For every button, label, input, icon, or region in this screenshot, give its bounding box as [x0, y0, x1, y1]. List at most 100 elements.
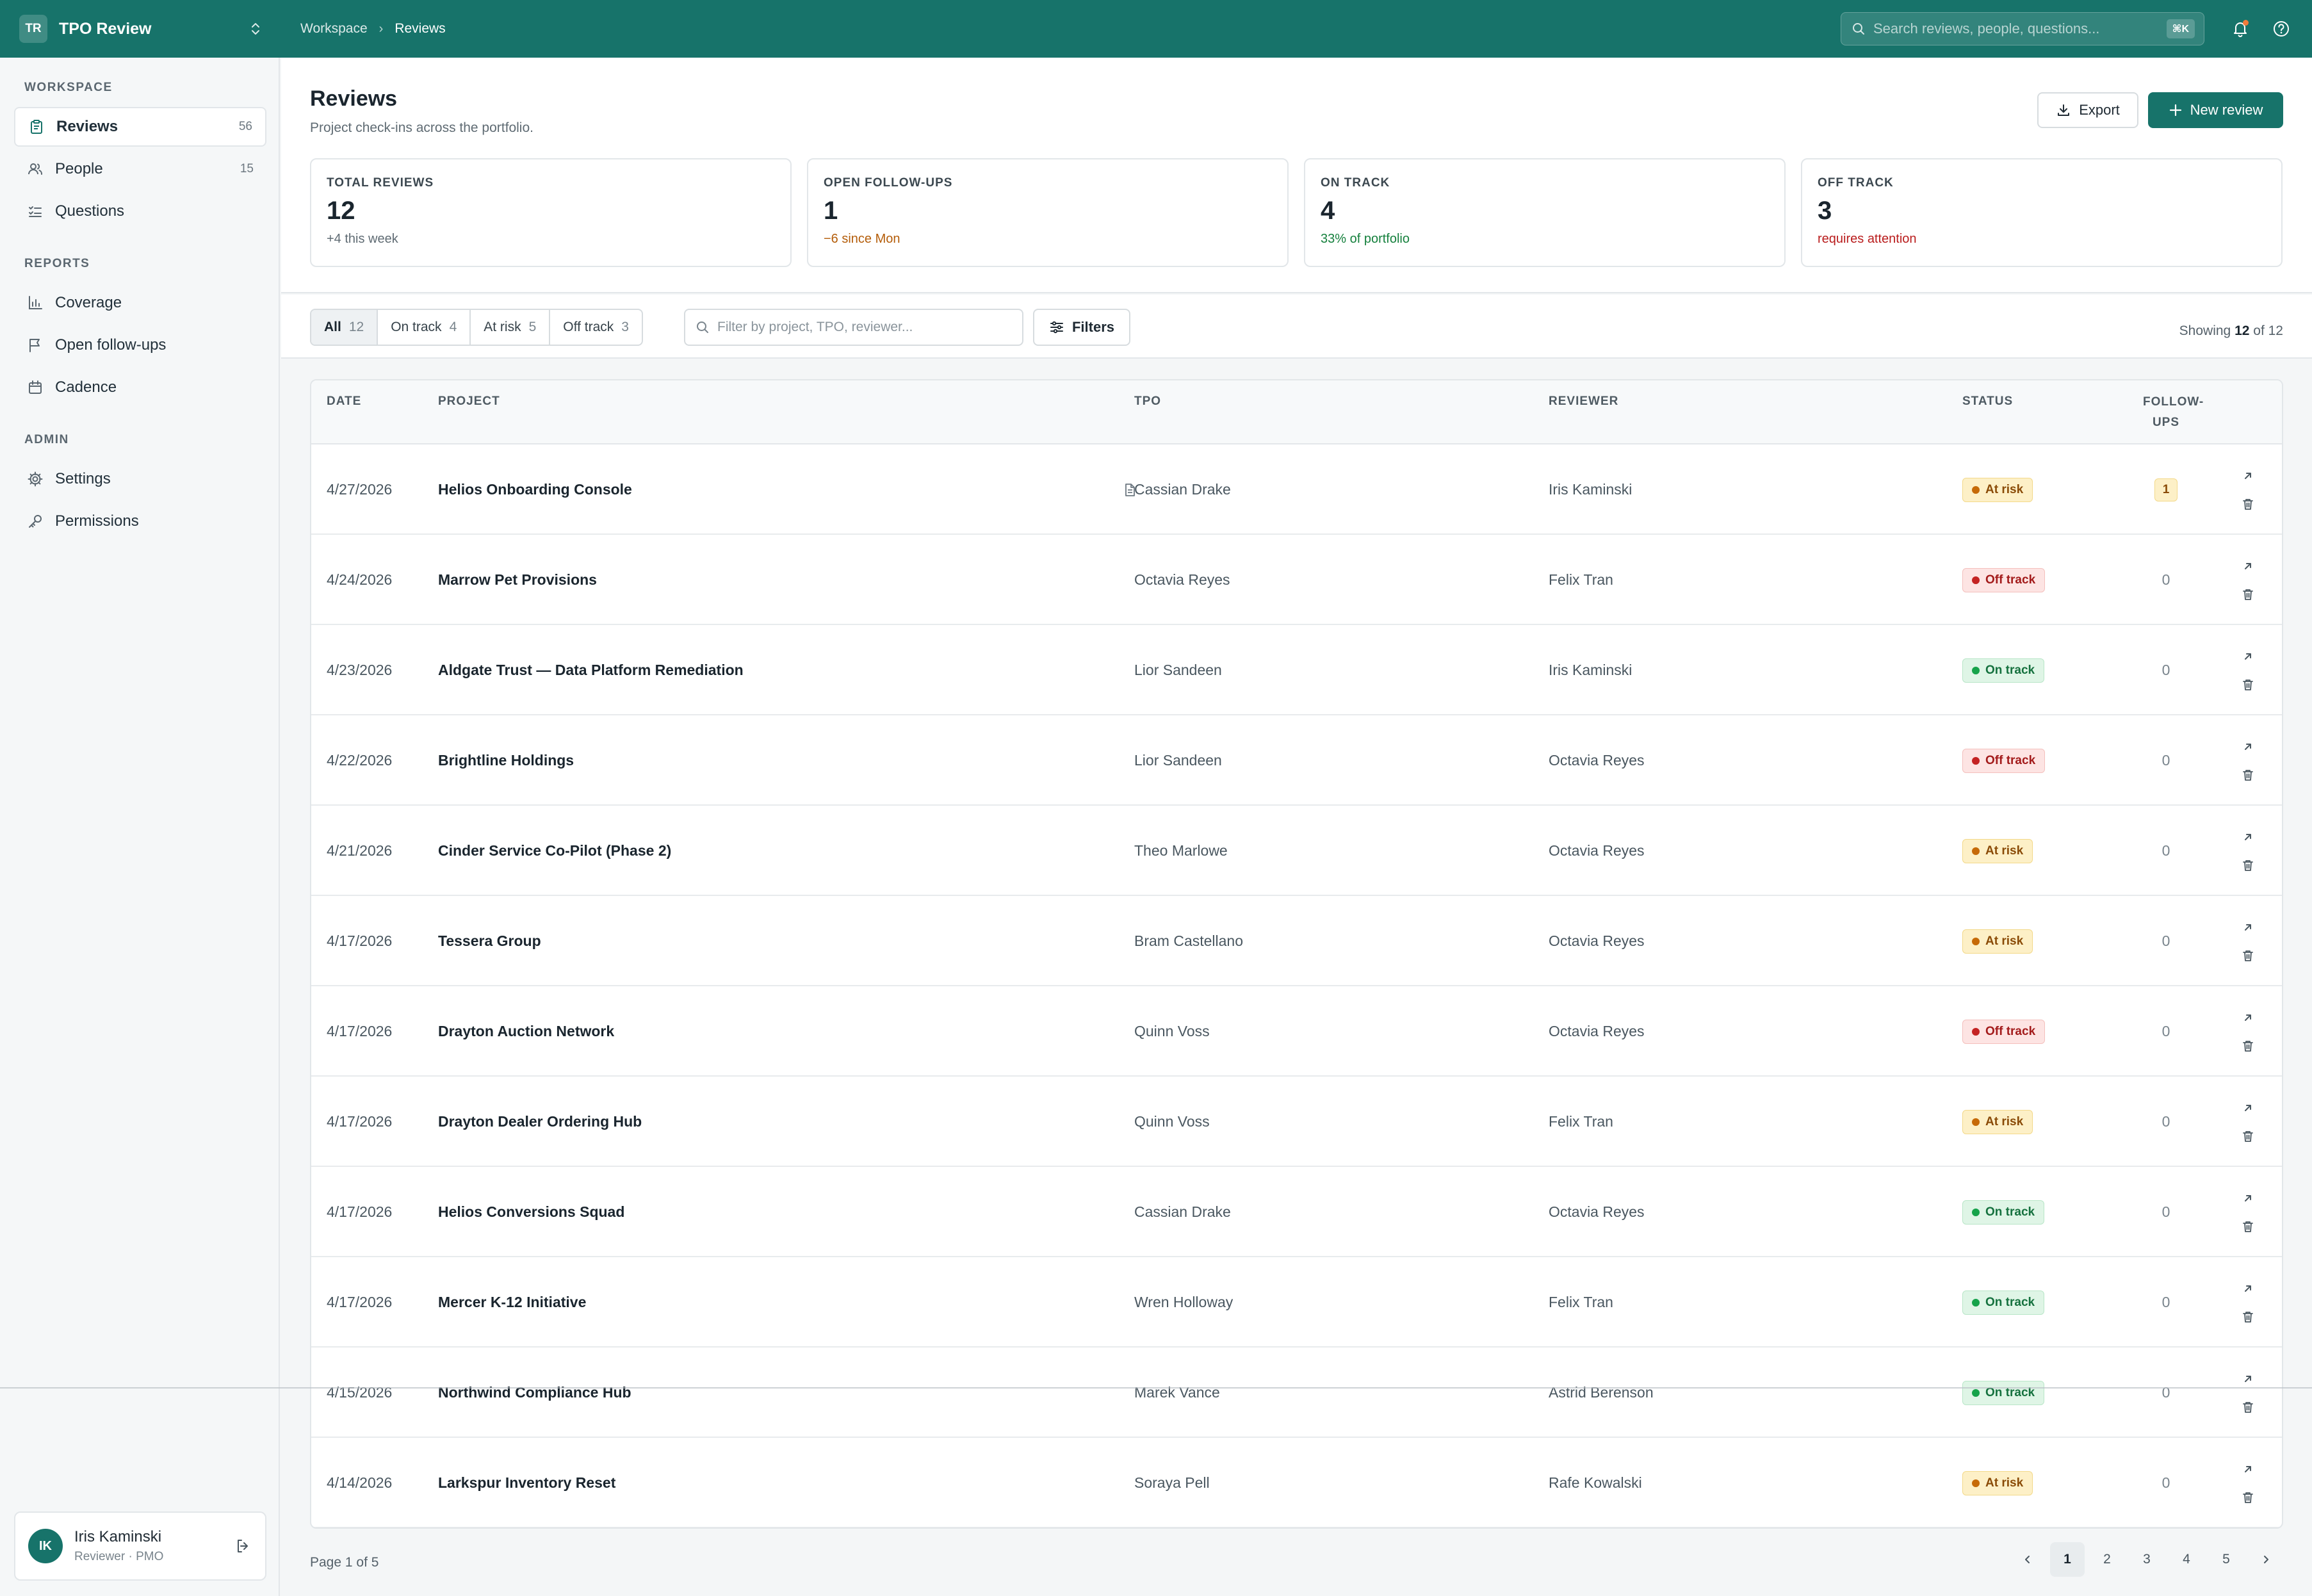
open-external-icon[interactable] [2241, 830, 2255, 844]
trash-icon[interactable] [2241, 1490, 2255, 1504]
row-reviewer: Octavia Reyes [1549, 752, 1645, 769]
notifications-bell-icon[interactable] [2227, 16, 2253, 42]
table-row[interactable]: 4/15/2026 Northwind Compliance Hub Marek V… [311, 1348, 2282, 1438]
status-dot [1972, 1479, 1980, 1487]
sidebar-item-questions[interactable]: Questions [14, 191, 266, 231]
sidebar-item-permissions[interactable]: Permissions [14, 501, 266, 541]
logout-icon[interactable] [234, 1537, 252, 1555]
open-external-icon[interactable] [2241, 1372, 2255, 1386]
sidebar-item-cadence[interactable]: Cadence [14, 368, 266, 407]
open-external-icon[interactable] [2241, 1462, 2255, 1476]
sidebar-item-settings[interactable]: Settings [14, 459, 266, 499]
row-project[interactable]: Drayton Dealer Ordering Hub [438, 1077, 642, 1167]
row-date: 4/17/2026 [327, 932, 393, 949]
col-follow-ups[interactable]: FOLLOW- UPS [2143, 392, 2203, 433]
filter-search-input[interactable]: Filter by project, TPO, reviewer... [684, 309, 1023, 346]
trash-icon[interactable] [2241, 1400, 2255, 1414]
table-row[interactable]: 4/27/2026 Helios Onboarding Console Cassia… [311, 444, 2282, 535]
row-project[interactable]: Brightline Holdings [438, 715, 574, 806]
trash-icon[interactable] [2241, 768, 2255, 782]
table-row[interactable]: 4/17/2026 Drayton Auction Network Quinn Vo… [311, 986, 2282, 1077]
segment-all[interactable]: All 12 [311, 310, 379, 345]
trash-icon[interactable] [2241, 497, 2255, 511]
status-label: At risk [1985, 482, 2024, 496]
row-project[interactable]: Tessera Group [438, 896, 541, 986]
avatar[interactable]: IK [28, 1529, 63, 1563]
segment-label: All [324, 320, 341, 334]
table-row[interactable]: 4/17/2026 Tessera Group Bram Castellano Oct… [311, 896, 2282, 986]
page-button-3[interactable]: 3 [2129, 1542, 2164, 1577]
sidebar-item-coverage[interactable]: Coverage [14, 283, 266, 323]
table-row[interactable]: 4/14/2026 Larkspur Inventory Reset Soraya … [311, 1438, 2282, 1527]
chevron-up-down-icon[interactable] [248, 19, 263, 38]
table-row[interactable]: 4/24/2026 Marrow Pet Provisions Octavia Re… [311, 535, 2282, 625]
col-tpo[interactable]: TPO [1134, 395, 1161, 409]
open-external-icon[interactable] [2241, 1282, 2255, 1296]
open-external-icon[interactable] [2241, 649, 2255, 664]
global-search-input[interactable]: Search reviews, people, questions... ⌘K [1841, 12, 2204, 45]
row-project[interactable]: Drayton Auction Network [438, 986, 614, 1077]
row-follow-ups: 0 [2161, 1113, 2170, 1130]
trash-icon[interactable] [2241, 587, 2255, 601]
col-reviewer[interactable]: REVIEWER [1549, 395, 1618, 409]
segment-off-track[interactable]: Off track 3 [550, 310, 642, 345]
table-row[interactable]: 4/22/2026 Brightline Holdings Lior Sandeen… [311, 715, 2282, 806]
table-row[interactable]: 4/17/2026 Mercer K-12 Initiative Wren Holl… [311, 1257, 2282, 1348]
open-external-icon[interactable] [2241, 920, 2255, 934]
page-button-5[interactable]: 5 [2209, 1542, 2243, 1577]
open-external-icon[interactable] [2241, 740, 2255, 754]
follow-ups-badge[interactable]: 1 [2154, 478, 2178, 501]
trash-icon[interactable] [2241, 949, 2255, 963]
workspace-switcher[interactable]: TR TPO Review [0, 0, 280, 58]
next-page-chevron-right-icon[interactable] [2249, 1542, 2283, 1577]
row-follow-ups: 0 [2161, 932, 2170, 949]
sidebar-section-workspace: WORKSPACE [24, 81, 113, 94]
table-row[interactable]: 4/17/2026 Drayton Dealer Ordering Hub Quin… [311, 1077, 2282, 1167]
row-project[interactable]: Helios Conversions Squad [438, 1167, 624, 1257]
trash-icon[interactable] [2241, 1129, 2255, 1143]
trash-icon[interactable] [2241, 1310, 2255, 1324]
row-project[interactable]: Marrow Pet Provisions [438, 535, 597, 625]
open-external-icon[interactable] [2241, 1191, 2255, 1205]
trash-icon[interactable] [2241, 1039, 2255, 1053]
open-external-icon[interactable] [2241, 469, 2255, 483]
page-button-1[interactable]: 1 [2050, 1542, 2085, 1577]
sidebar-item-open-follow-ups[interactable]: Open follow-ups [14, 325, 266, 365]
page-button-2[interactable]: 2 [2090, 1542, 2124, 1577]
row-project[interactable]: Aldgate Trust — Data Platform Remediatio… [438, 625, 744, 715]
row-tpo: Cassian Drake [1134, 481, 1231, 498]
page-button-4[interactable]: 4 [2169, 1542, 2204, 1577]
chevron-right-icon: › [379, 21, 384, 36]
col-status[interactable]: STATUS [1962, 395, 2013, 409]
col-date[interactable]: DATE [327, 395, 361, 409]
segment-on-track[interactable]: On track 4 [378, 310, 471, 345]
trash-icon[interactable] [2241, 858, 2255, 872]
export-button[interactable]: Export [2037, 92, 2138, 128]
row-project[interactable]: Northwind Compliance Hub [438, 1348, 631, 1438]
status-badge: Off track [1962, 748, 2046, 773]
sidebar-item-people[interactable]: People 15 [14, 149, 266, 189]
row-project[interactable]: Cinder Service Co-Pilot (Phase 2) [438, 806, 671, 896]
row-status: On track [1962, 1348, 2045, 1438]
sidebar-item-count: 15 [240, 162, 254, 175]
trash-icon[interactable] [2241, 678, 2255, 692]
breadcrumb-workspace[interactable]: Workspace [300, 21, 368, 37]
open-external-icon[interactable] [2241, 1101, 2255, 1115]
row-project[interactable]: Larkspur Inventory Reset [438, 1438, 615, 1527]
new-review-button[interactable]: New review [2148, 92, 2283, 128]
help-icon[interactable] [2268, 16, 2294, 42]
row-project[interactable]: Mercer K-12 Initiative [438, 1257, 586, 1348]
open-external-icon[interactable] [2241, 559, 2255, 573]
table-row[interactable]: 4/17/2026 Helios Conversions Squad Cassian… [311, 1167, 2282, 1257]
row-reviewer: Felix Tran [1549, 571, 1613, 588]
sidebar-item-reviews[interactable]: Reviews 56 [14, 107, 266, 147]
segment-at-risk[interactable]: At risk 5 [471, 310, 551, 345]
table-row[interactable]: 4/21/2026 Cinder Service Co-Pilot (Phase … [311, 806, 2282, 896]
table-row[interactable]: 4/23/2026 Aldgate Trust — Data Platform R… [311, 625, 2282, 715]
open-external-icon[interactable] [2241, 1011, 2255, 1025]
prev-page-chevron-left-icon[interactable] [2010, 1542, 2045, 1577]
row-project[interactable]: Helios Onboarding Console [438, 444, 632, 535]
filters-button[interactable]: Filters [1033, 309, 1130, 346]
col-project[interactable]: PROJECT [438, 395, 500, 409]
trash-icon[interactable] [2241, 1219, 2255, 1234]
